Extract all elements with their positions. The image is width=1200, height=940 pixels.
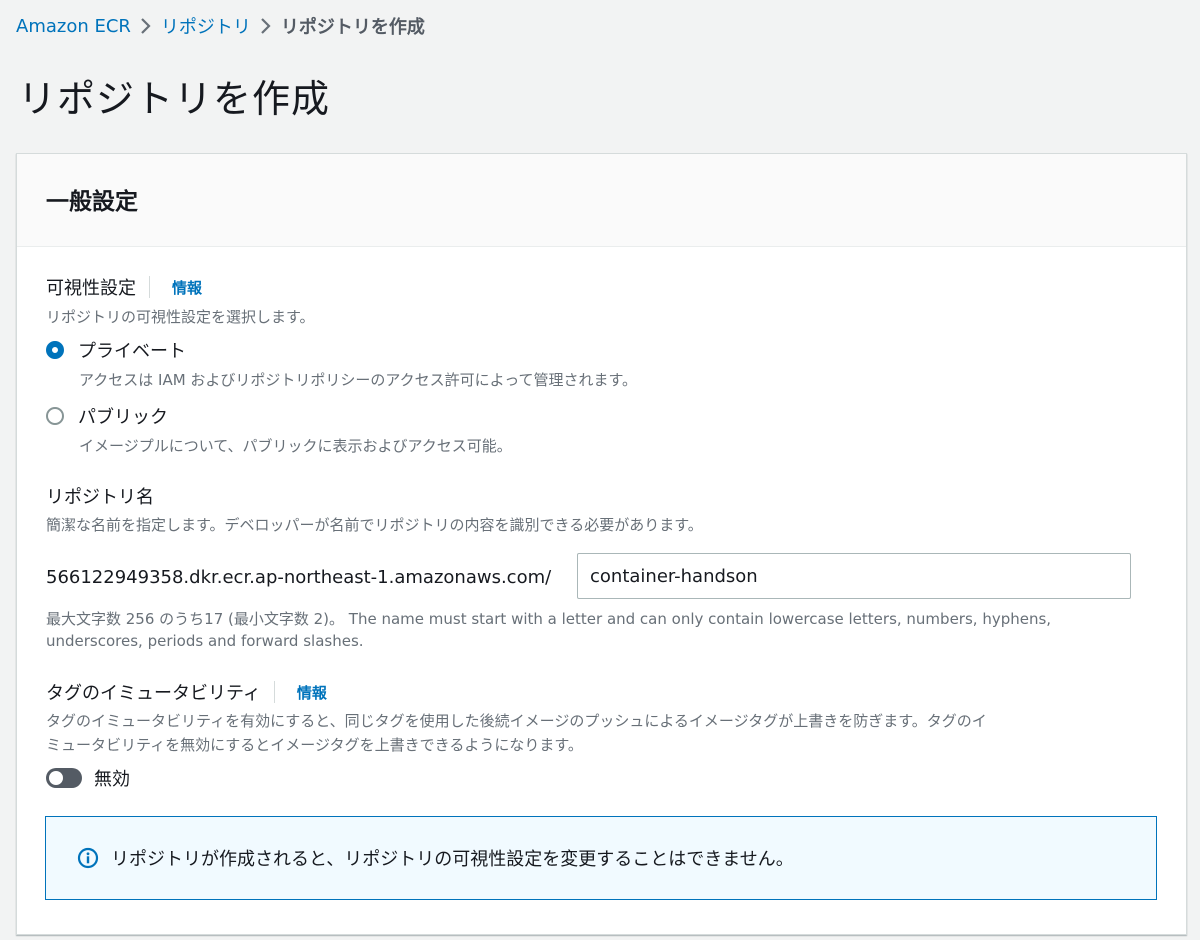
- general-settings-panel: 一般設定 可視性設定 情報 リポジトリの可視性設定を選択します。 プライベート …: [16, 153, 1187, 935]
- tag-immutability-toggle-label: 無効: [94, 769, 130, 790]
- chevron-right-icon: [251, 12, 281, 40]
- tag-immutability-toggle[interactable]: [46, 768, 82, 788]
- radio-private-label: プライベート: [78, 341, 186, 362]
- radio-public-description: イメージプルについて、パブリックに表示およびアクセス可能。: [79, 437, 512, 455]
- page-title: リポジトリを作成: [18, 77, 331, 121]
- visibility-label-row: 可視性設定 情報: [46, 274, 202, 300]
- tag-immutability-description-line2: ミュータビリティを無効にするとイメージタグを上書きできるようになります。: [46, 736, 583, 754]
- info-icon: [77, 847, 99, 869]
- repo-name-label: リポジトリ名: [46, 487, 154, 508]
- chevron-right-icon: [131, 12, 161, 40]
- toggle-knob: [49, 771, 63, 785]
- label-divider: [273, 681, 275, 703]
- alert-text: リポジトリが作成されると、リポジトリの可視性設定を変更することはできません。: [111, 849, 794, 870]
- radio-private[interactable]: プライベート: [46, 337, 186, 363]
- tag-immutability-label-row: タグのイミュータビリティ 情報: [46, 679, 327, 705]
- visibility-description: リポジトリの可視性設定を選択します。: [46, 308, 315, 326]
- visibility-alert: リポジトリが作成されると、リポジトリの可視性設定を変更することはできません。: [45, 816, 1157, 900]
- radio-public[interactable]: パブリック: [46, 403, 168, 429]
- radio-public-button[interactable]: [46, 407, 64, 425]
- repo-name-input[interactable]: [577, 553, 1131, 599]
- visibility-info-link[interactable]: 情報: [172, 277, 202, 298]
- breadcrumb-amazon-ecr[interactable]: Amazon ECR: [16, 16, 131, 37]
- tag-immutability-label: タグのイミュータビリティ: [46, 683, 261, 704]
- panel-header: 一般設定: [17, 154, 1186, 247]
- repo-name-hint-line2: underscores, periods and forward slashes…: [46, 632, 364, 650]
- radio-public-label: パブリック: [78, 407, 168, 428]
- repo-name-hint-line1: 最大文字数 256 のうち17 (最小文字数 2)。 The name must…: [46, 610, 1052, 628]
- repo-name-description: 簡潔な名前を指定します。デベロッパーが名前でリポジトリの内容を識別できる必要があ…: [46, 516, 703, 534]
- label-divider: [149, 276, 150, 298]
- radio-private-button[interactable]: [46, 341, 64, 359]
- repo-name-label-row: リポジトリ名: [46, 483, 154, 509]
- tag-immutability-description-line1: タグのイミュータビリティを有効にすると、同じタグを使用した後続イメージのプッシュ…: [46, 712, 987, 730]
- breadcrumb: Amazon ECR リポジトリ リポジトリを作成: [16, 12, 425, 40]
- breadcrumb-repositories[interactable]: リポジトリ: [161, 13, 251, 39]
- visibility-label: 可視性設定: [46, 278, 136, 299]
- repo-uri-prefix: 566122949358.dkr.ecr.ap-northeast-1.amaz…: [46, 567, 552, 588]
- tag-immutability-toggle-row[interactable]: 無効: [46, 765, 130, 791]
- radio-private-description: アクセスは IAM およびリポジトリポリシーのアクセス許可によって管理されます。: [79, 371, 637, 389]
- panel-title: 一般設定: [46, 189, 138, 215]
- tag-immutability-info-link[interactable]: 情報: [297, 682, 327, 703]
- breadcrumb-current: リポジトリを作成: [280, 17, 425, 38]
